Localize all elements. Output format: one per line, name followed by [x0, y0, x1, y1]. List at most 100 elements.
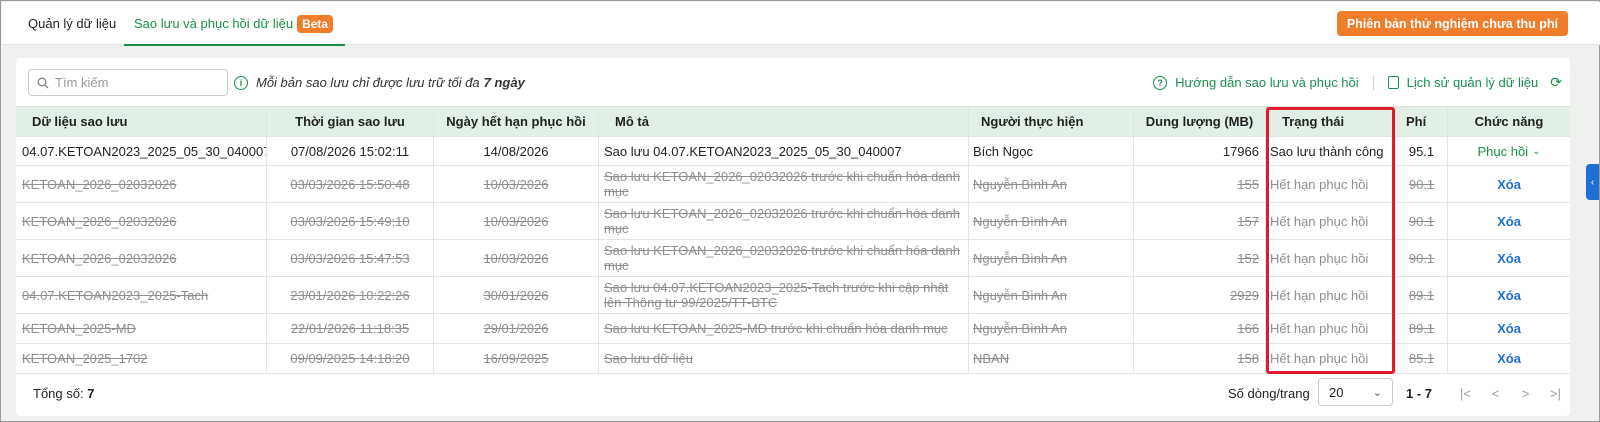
status: Hết hạn phục hồi [1266, 166, 1396, 202]
performer: Bích Ngọc [969, 137, 1134, 165]
delete-label: Xóa [1497, 213, 1521, 229]
size: 157 [1134, 203, 1266, 239]
size: 158 [1134, 344, 1266, 373]
backup-time: 09/09/2025 14:18:20 [267, 344, 434, 373]
fee: 90.1 [1396, 240, 1448, 276]
delete-button[interactable]: Xóa [1448, 277, 1570, 313]
tab-backup-restore[interactable]: Sao lưu và phục hồi dữ liệu Beta [124, 2, 346, 46]
table-row[interactable]: KETOAN_2026_02032026 03/03/2026 15:49:10… [16, 203, 1570, 240]
prev-page-icon[interactable]: < [1487, 386, 1504, 401]
restore-button[interactable]: Phục hồi ⌄ [1448, 137, 1570, 165]
delete-label: Xóa [1497, 321, 1521, 336]
expire-date: 10/03/2026 [434, 240, 599, 276]
table-row[interactable]: KETOAN_2025_1702 09/09/2025 14:18:20 16/… [16, 344, 1570, 374]
fee: 90.1 [1396, 203, 1448, 239]
backup-name: 04.07.KETOAN2023_2025_05_30_040007 [16, 137, 267, 165]
rows-per-page-select[interactable]: 20 ⌄ [1318, 378, 1393, 406]
trial-version-button[interactable]: Phiên bản thử nghiệm chưa thu phí [1336, 11, 1568, 36]
column-header[interactable]: Dữ liệu sao lưu [16, 107, 267, 136]
status: Hết hạn phục hồi [1266, 277, 1396, 313]
column-header[interactable]: Dung lượng (MB) [1134, 107, 1266, 136]
table-row[interactable]: 04.07.KETOAN2023_2025-Tach 23/01/2026 10… [16, 277, 1570, 314]
expire-date: 10/03/2026 [434, 166, 599, 202]
status: Hết hạn phục hồi [1266, 240, 1396, 276]
backup-name: KETOAN_2025_1702 [16, 344, 267, 373]
side-panel-toggle[interactable]: ‹ [1586, 164, 1599, 200]
description: Sao lưu 04.07.KETOAN2023_2025_05_30_0400… [599, 137, 969, 165]
performer: Nguyễn Bình An [969, 240, 1134, 276]
top-bar: Quản lý dữ liệu Sao lưu và phục hồi dữ l… [2, 2, 1600, 46]
performer: Nguyễn Bình An [969, 166, 1134, 202]
performer: Nguyễn Bình An [969, 314, 1134, 343]
tab-label: Quản lý dữ liệu [28, 16, 117, 31]
page-range: 1 - 7 [1406, 385, 1433, 401]
column-header[interactable]: Chức năng [1448, 107, 1570, 136]
status: Sao lưu thành công [1266, 137, 1396, 165]
expire-date: 30/01/2026 [434, 277, 599, 313]
total-value: 7 [87, 385, 95, 401]
notice-text: Mỗi bản sao lưu chỉ được lưu trữ tối đa [256, 75, 480, 90]
backup-name: KETOAN_2026_02032026 [16, 240, 267, 276]
column-header[interactable]: Phí [1396, 107, 1448, 136]
backup-time: 03/03/2026 15:50:48 [267, 166, 434, 202]
table-row[interactable]: 04.07.KETOAN2023_2025_05_30_040007 07/08… [16, 137, 1570, 166]
table-row[interactable]: KETOAN_2026_02032026 03/03/2026 15:50:48… [16, 166, 1570, 203]
help-icon: ? [1153, 75, 1168, 90]
divider [1372, 75, 1374, 90]
delete-button[interactable]: Xóa [1448, 240, 1570, 276]
delete-button[interactable]: Xóa [1448, 344, 1570, 373]
column-header[interactable]: Người thực hiện [969, 107, 1134, 136]
delete-button[interactable]: Xóa [1448, 203, 1570, 239]
tab-data-management[interactable]: Quản lý dữ liệu [28, 2, 116, 45]
chevron-left-icon: ‹ [1590, 176, 1595, 188]
history-link-label: Lịch sử quản lý dữ liệu [1406, 75, 1539, 90]
last-page-icon[interactable]: >| [1547, 386, 1564, 401]
first-page-icon[interactable]: |< [1457, 386, 1474, 401]
backup-time: 03/03/2026 15:49:10 [267, 203, 434, 239]
table-header: Dữ liệu sao lưu Thời gian sao lưu Ngày h… [16, 107, 1570, 137]
column-header[interactable]: Thời gian sao lưu [267, 107, 434, 136]
document-icon [1387, 76, 1399, 89]
beta-badge: Beta [297, 14, 334, 33]
backup-time: 03/03/2026 15:47:53 [267, 240, 434, 276]
table-row[interactable]: KETOAN_2025-MD 22/01/2026 11:18:35 29/01… [16, 314, 1570, 344]
search-input[interactable] [55, 75, 215, 90]
delete-button[interactable]: Xóa [1448, 314, 1570, 343]
table-body: 04.07.KETOAN2023_2025_05_30_040007 07/08… [16, 137, 1570, 374]
description: Sao lưu KETOAN_2026_02032026 trước khi c… [599, 240, 969, 276]
delete-label: Xóa [1497, 176, 1521, 192]
backup-name: KETOAN_2026_02032026 [16, 166, 267, 202]
history-link[interactable]: Lịch sử quản lý dữ liệu [1387, 75, 1539, 90]
next-page-icon[interactable]: > [1517, 386, 1534, 401]
restore-label: Phục hồi [1477, 143, 1529, 159]
size: 152 [1134, 240, 1266, 276]
expire-date: 14/08/2026 [434, 137, 599, 165]
backup-name: KETOAN_2026_02032026 [16, 203, 267, 239]
total-count: Tổng số: 7 [33, 386, 94, 401]
size: 2929 [1134, 277, 1266, 313]
fee: 89.1 [1396, 314, 1448, 343]
backup-time: 22/01/2026 11:18:35 [267, 314, 434, 343]
table-footer: Tổng số: 7 Số dòng/trang 20 ⌄ 1 - 7 |< <… [16, 371, 1570, 415]
expire-date: 29/01/2026 [434, 314, 599, 343]
top-links: ? Hướng dẫn sao lưu và phục hồi Lịch sử … [1153, 74, 1562, 91]
column-header[interactable]: Trạng thái [1266, 107, 1396, 136]
delete-label: Xóa [1497, 351, 1521, 366]
fee: 90.1 [1396, 166, 1448, 202]
refresh-icon[interactable]: ⟳ [1550, 74, 1562, 91]
notice-days: 7 ngày [483, 75, 525, 90]
delete-button[interactable]: Xóa [1448, 166, 1570, 202]
description: Sao lưu KETOAN_2025-MD trước khi chuẩn h… [599, 314, 969, 343]
size: 17966 [1134, 137, 1266, 165]
description: Sao lưu KETOAN_2026_02032026 trước khi c… [599, 166, 969, 202]
guide-link[interactable]: ? Hướng dẫn sao lưu và phục hồi [1153, 75, 1359, 90]
table-row[interactable]: KETOAN_2026_02032026 03/03/2026 15:47:53… [16, 240, 1570, 277]
info-icon: i [234, 75, 248, 90]
chevron-down-icon: ⌄ [1532, 145, 1541, 157]
column-header[interactable]: Ngày hết hạn phục hồi [434, 107, 599, 136]
backup-card: i Mỗi bản sao lưu chỉ được lưu trữ tối đ… [16, 58, 1570, 416]
performer: Nguyễn Bình An [969, 203, 1134, 239]
backup-name: KETOAN_2025-MD [16, 314, 267, 343]
column-header[interactable]: Mô tả [599, 107, 969, 136]
search-box[interactable] [28, 69, 228, 96]
